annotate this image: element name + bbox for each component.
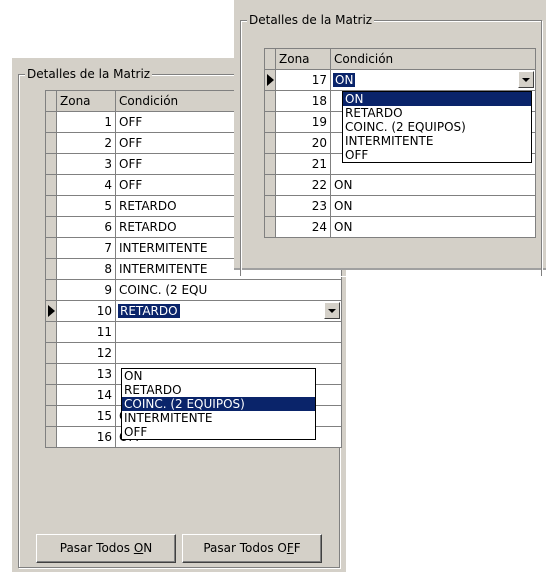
row-selector[interactable] [264,153,276,175]
zona-cell: 9 [56,279,116,301]
zona-cell: 21 [275,153,331,175]
zona-cell: 13 [56,363,116,385]
condicion-cell[interactable] [115,321,342,343]
dropdown-option[interactable]: OFF [343,148,531,162]
condicion-cell[interactable]: ON [330,195,536,217]
zona-cell: 18 [275,90,331,112]
pasar-todos-off-button[interactable]: Pasar Todos OFF [182,534,322,563]
dropdown-option[interactable]: OFF [122,425,315,439]
condicion-cell[interactable]: COINC. (2 EQU [115,279,342,301]
front-grid-row[interactable]: 24 ON [264,216,536,238]
condicion-cell[interactable]: ON [330,216,536,238]
zona-cell: 17 [275,69,331,91]
row-selector[interactable] [45,342,57,364]
dropdown-option[interactable]: COINC. (2 EQUIPOS) [343,120,531,134]
zona-cell: 7 [56,237,116,259]
row-selector[interactable] [264,132,276,154]
condition-combobox[interactable]: RETARDO [115,300,342,322]
front-header-zona[interactable]: Zona [275,48,331,70]
dropdown-option[interactable]: RETARDO [343,106,531,120]
row-selector[interactable] [45,426,57,448]
row-selector[interactable] [45,384,57,406]
row-selector[interactable] [45,237,57,259]
front-grid-row[interactable]: 22 ON [264,174,536,196]
zona-cell: 14 [56,384,116,406]
front-grid-row[interactable]: 23 ON [264,195,536,217]
row-selector[interactable] [264,195,276,217]
front-grid-header: Zona Condición [264,48,536,70]
row-selector[interactable] [45,216,57,238]
zona-cell: 11 [56,321,116,343]
row-selector[interactable] [45,153,57,175]
row-selector[interactable] [45,195,57,217]
dropdown-option[interactable]: COINC. (2 EQUIPOS) [122,397,315,411]
back-condition-dropdown-list[interactable]: ON RETARDO COINC. (2 EQUIPOS) INTERMITENTE O… [121,368,316,440]
condicion-cell[interactable] [115,342,342,364]
row-pointer-icon [267,74,274,86]
condition-combobox-value[interactable]: RETARDO [118,304,180,318]
zona-cell: 22 [275,174,331,196]
row-pointer-icon [48,305,55,317]
dropdown-arrow-button[interactable] [324,302,340,319]
front-header-condicion[interactable]: Condición [330,48,536,70]
back-group-label: Detalles de la Matriz [25,66,153,82]
back-grid-row[interactable]: 10 RETARDO [45,300,342,322]
row-selector[interactable] [264,90,276,112]
row-selector[interactable] [45,363,57,385]
row-selector[interactable] [264,174,276,196]
row-selector[interactable] [45,132,57,154]
dropdown-option[interactable]: INTERMITENTE [343,134,531,148]
zona-cell: 23 [275,195,331,217]
zona-cell: 2 [56,132,116,154]
dropdown-option[interactable]: ON [343,92,531,106]
back-grid-row[interactable]: 9 COINC. (2 EQU [45,279,342,301]
back-grid-row[interactable]: 12 [45,342,342,364]
row-selector[interactable] [45,321,57,343]
pasar-todos-on-button[interactable]: Pasar Todos ON [36,534,176,563]
back-grid-row[interactable]: 11 [45,321,342,343]
front-header-indicator [264,48,276,70]
back-header-indicator [45,90,57,112]
condicion-cell[interactable]: ON [330,174,536,196]
row-selector[interactable] [264,216,276,238]
zona-cell: 1 [56,111,116,133]
zona-cell: 8 [56,258,116,280]
dropdown-arrow-button[interactable] [518,71,534,88]
zona-cell: 3 [56,153,116,175]
dropdown-option[interactable]: ON [122,369,315,383]
current-row-indicator-icon[interactable] [264,69,276,91]
front-grid-row[interactable]: 17 ON [264,69,536,91]
back-header-zona[interactable]: Zona [56,90,116,112]
zona-cell: 24 [275,216,331,238]
row-selector[interactable] [45,174,57,196]
zona-cell: 5 [56,195,116,217]
zona-cell: 10 [56,300,116,322]
zona-cell: 16 [56,426,116,448]
dropdown-option[interactable]: INTERMITENTE [122,411,315,425]
zona-cell: 6 [56,216,116,238]
row-selector[interactable] [45,258,57,280]
zona-cell: 4 [56,174,116,196]
zona-cell: 12 [56,342,116,364]
condition-combobox-value[interactable]: ON [333,73,356,87]
dropdown-option[interactable]: RETARDO [122,383,315,397]
front-group-label: Detalles de la Matriz [247,12,375,28]
row-selector[interactable] [264,111,276,133]
condition-combobox[interactable]: ON [330,69,536,91]
zona-cell: 15 [56,405,116,427]
current-row-indicator-icon[interactable] [45,300,57,322]
front-panel: Detalles de la Matriz Zona Condición 17 O… [234,0,546,276]
zona-cell: 20 [275,132,331,154]
front-condition-dropdown-list[interactable]: ON RETARDO COINC. (2 EQUIPOS) INTERMITENTE O… [342,91,532,163]
row-selector[interactable] [45,405,57,427]
row-selector[interactable] [45,111,57,133]
zona-cell: 19 [275,111,331,133]
row-selector[interactable] [45,279,57,301]
